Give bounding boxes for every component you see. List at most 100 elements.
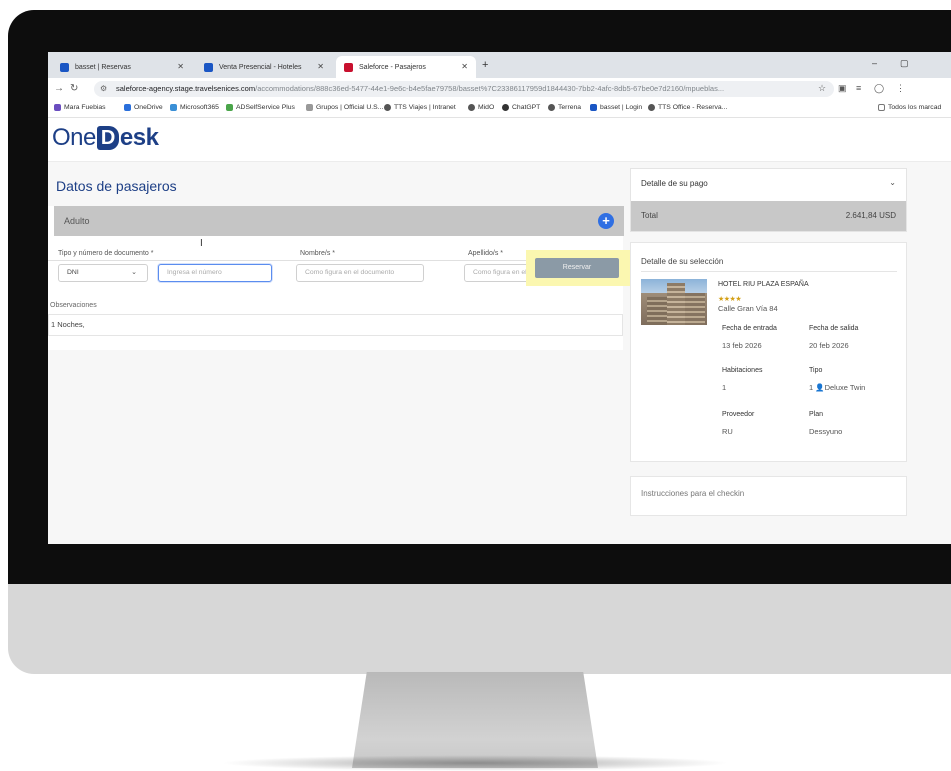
logo-esk: esk xyxy=(119,124,159,151)
bookmark-item[interactable]: TTS Viajes | Intranet xyxy=(384,104,456,111)
logo-d: D xyxy=(96,126,119,150)
saleforce-favicon-icon xyxy=(344,62,353,72)
bookmark-item[interactable]: ChatGPT xyxy=(502,104,540,111)
star-rating-icon: ★★★★ xyxy=(718,296,742,303)
bookmark-star-icon[interactable]: ☆ xyxy=(818,83,826,94)
reload-icon[interactable]: ↻ xyxy=(70,83,78,94)
page-title: Datos de pasajeros xyxy=(56,178,177,194)
selection-header: Detalle de su selección xyxy=(641,257,724,266)
total-value: 2.641,84 USD xyxy=(845,211,896,220)
bookmark-item[interactable]: Microsoft365 xyxy=(170,104,219,111)
extension-icon[interactable]: ▣ xyxy=(838,83,847,94)
tab-basset-reservas[interactable]: basset | Reservas ✕ xyxy=(52,56,192,78)
url-host: saleforce-agency.stage.travelsenices.com xyxy=(116,84,256,93)
plan-label: Plan xyxy=(809,411,824,418)
more-icon[interactable]: ⋮ xyxy=(896,83,905,94)
microsoft-icon xyxy=(170,104,177,111)
app-header: One Desk xyxy=(48,118,951,162)
basset-favicon-icon xyxy=(590,104,597,111)
payment-header: Detalle de su pago xyxy=(641,179,708,188)
bookmark-item[interactable]: Terrena xyxy=(548,104,581,111)
close-icon[interactable]: ✕ xyxy=(177,62,184,71)
type-label: Tipo xyxy=(809,367,823,374)
browser-tab-bar: basset | Reservas ✕ Venta Presencial - H… xyxy=(48,52,951,78)
close-icon[interactable]: ✕ xyxy=(461,62,468,71)
provider-label: Proveedor xyxy=(722,411,755,418)
globe-icon xyxy=(468,104,475,111)
rooms-label: Habitaciones xyxy=(722,367,763,374)
stand-shadow xyxy=(220,755,730,771)
site-settings-icon[interactable]: ⚙ xyxy=(100,81,107,97)
checkout-label: Fecha de salida xyxy=(809,325,859,332)
checkin-label: Fecha de entrada xyxy=(722,325,777,332)
minimize-icon[interactable]: – xyxy=(872,58,877,68)
bookmark-item[interactable]: basset | Login xyxy=(590,104,642,111)
chatgpt-icon xyxy=(502,104,509,111)
total-bar: Total 2.641,84 USD xyxy=(631,201,906,231)
adult-label: Adulto xyxy=(64,216,90,226)
chevron-down-icon: ⌄ xyxy=(131,269,137,276)
onedesk-logo[interactable]: One Desk xyxy=(52,124,159,152)
maximize-icon[interactable]: ▢ xyxy=(900,58,909,69)
folder-icon xyxy=(878,104,885,111)
group-icon xyxy=(306,104,313,111)
bookmark-item[interactable]: TTS Office - Reserva... xyxy=(648,104,727,111)
media-icon[interactable]: ≡ xyxy=(856,83,861,93)
bookmark-item[interactable]: MidO xyxy=(468,104,494,111)
chevron-down-icon[interactable]: ⌄ xyxy=(889,178,896,187)
bookmark-folder[interactable]: Todos los marcad xyxy=(878,104,941,111)
name-input[interactable]: Como figura en el documento xyxy=(296,264,424,282)
tab-saleforce-pasajeros[interactable]: Saleforce - Pasajeros ✕ xyxy=(336,56,476,78)
globe-icon xyxy=(548,104,555,111)
bookmark-item[interactable]: Grupos | Official U.S... xyxy=(306,104,383,111)
close-icon[interactable]: ✕ xyxy=(317,62,324,71)
bookmarks-bar: Mara Fuebias OneDrive Microsoft365 ADSel… xyxy=(48,100,951,118)
page-favicon-icon xyxy=(204,62,213,72)
selection-detail-card: Detalle de su selección HOTEL RIU PLAZA … xyxy=(630,242,907,462)
bookmark-favicon-icon xyxy=(54,104,61,111)
document-number-input[interactable]: Ingresa el número xyxy=(158,264,272,282)
bookmark-item[interactable]: OneDrive xyxy=(124,104,163,111)
provider-value: RU xyxy=(722,427,733,436)
payment-detail-card: Detalle de su pago ⌄ Total 2.641,84 USD xyxy=(630,168,907,232)
screen: basset | Reservas ✕ Venta Presencial - H… xyxy=(48,52,951,544)
tab-venta-presencial[interactable]: Venta Presencial - Hoteles ✕ xyxy=(196,56,332,78)
bookmark-item[interactable]: ADSelfService Plus xyxy=(226,104,295,111)
bookmark-favicon-icon xyxy=(226,104,233,111)
checkin-instructions-card[interactable]: Instrucciones para el checkin xyxy=(630,476,907,516)
onedesk-app: One Desk Datos de pasajeros Adulto + Tipo… xyxy=(48,118,951,544)
instructions-header: Instrucciones para el checkin xyxy=(641,489,745,498)
profile-icon[interactable]: ◯ xyxy=(874,83,884,94)
tab-title: basset | Reservas xyxy=(75,63,131,71)
reservar-button[interactable]: Reservar xyxy=(535,258,619,278)
basset-favicon-icon xyxy=(60,62,69,72)
globe-icon xyxy=(384,104,391,111)
name-label: Nombre/s * xyxy=(300,250,336,257)
rooms-value: 1 xyxy=(722,383,727,392)
globe-icon xyxy=(648,104,655,111)
cloud-icon xyxy=(124,104,131,111)
url-path: /accommodations/888c36ed-5477-44e1-9e6c-… xyxy=(255,84,725,93)
address-bar[interactable]: ⚙ saleforce-agency.stage.travelsenices.c… xyxy=(94,81,834,97)
new-tab-icon[interactable]: + xyxy=(482,59,488,71)
bookmark-item[interactable]: Mara Fuebias xyxy=(54,104,106,111)
divider xyxy=(641,271,897,272)
type-value: 1 👤Deluxe Twin xyxy=(809,383,866,392)
observations-label: Observaciones xyxy=(50,302,97,309)
hotel-name: HOTEL RIU PLAZA ESPAÑA xyxy=(718,281,809,288)
surname-label: Apellido/s * xyxy=(468,250,504,257)
document-type-select[interactable]: DNI ⌄ xyxy=(58,264,148,282)
add-passenger-button[interactable]: + xyxy=(598,213,614,229)
browser-toolbar: → ↻ ⚙ saleforce-agency.stage.travelsenic… xyxy=(48,78,951,100)
monitor-chin xyxy=(8,584,951,674)
adult-section-header: Adulto + xyxy=(54,206,624,236)
document-type-value: DNI xyxy=(67,269,79,276)
observations-field[interactable]: 1 Noches, xyxy=(48,314,623,336)
document-number-placeholder: Ingresa el número xyxy=(167,269,222,276)
forward-icon[interactable]: → xyxy=(54,83,64,94)
logo-one: One xyxy=(52,124,96,151)
total-label: Total xyxy=(641,211,658,220)
tab-title: Saleforce - Pasajeros xyxy=(359,63,426,71)
name-placeholder: Como figura en el documento xyxy=(305,269,395,276)
document-label: Tipo y número de documento * xyxy=(58,250,154,257)
